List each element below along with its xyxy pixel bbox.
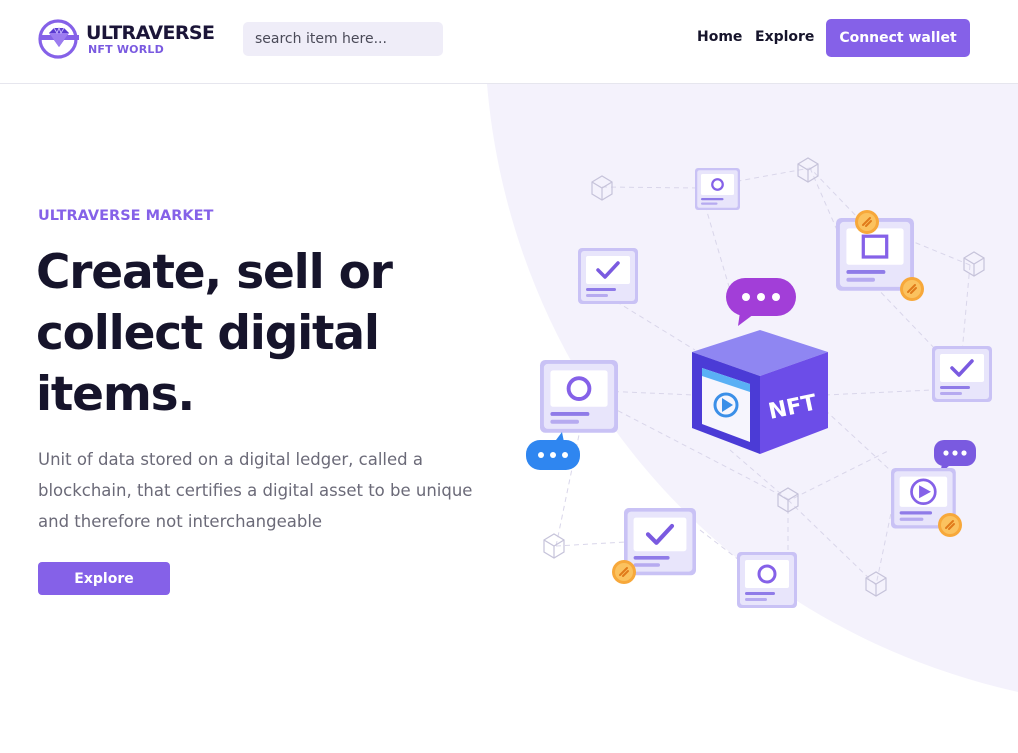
explore-button[interactable]: Explore	[38, 562, 170, 595]
hero-headline: Create, sell or collect digital items.	[36, 245, 393, 422]
connect-wallet-button[interactable]: Connect wallet	[826, 19, 970, 57]
brand-logo[interactable]: ULTRAVERSE NFT WORLD	[38, 19, 215, 59]
wireframe-cube-icon	[777, 487, 799, 513]
diamond-logo-icon	[38, 19, 79, 59]
search-input[interactable]	[243, 22, 443, 56]
circle-card-icon	[540, 360, 618, 433]
nft-cube: NFT	[692, 330, 828, 454]
nav-home-link[interactable]: Home	[697, 29, 742, 45]
circle-card-icon	[737, 552, 797, 608]
nav-explore-link[interactable]: Explore	[755, 29, 814, 45]
wireframe-cube-icon	[591, 175, 613, 201]
coin-link-icon	[611, 559, 637, 585]
nft-network-illustration: NFT	[526, 157, 992, 608]
chat-bubble-icon	[526, 432, 580, 470]
chat-bubble-icon	[726, 278, 796, 326]
hero-description: Unit of data stored on a digital ledger,…	[38, 450, 473, 531]
check-card-icon	[624, 508, 696, 576]
wireframe-cube-icon	[865, 571, 887, 597]
coin-link-icon	[899, 276, 925, 302]
site-header: ULTRAVERSE NFT WORLD Home Explore Connec…	[0, 0, 1018, 84]
coin-link-icon	[854, 209, 880, 235]
logo-title: ULTRAVERSE	[86, 21, 215, 44]
circle-card-icon	[695, 168, 740, 210]
hero-eyebrow: ULTRAVERSE MARKET	[38, 208, 214, 224]
check-card-icon	[932, 346, 992, 402]
logo-subtitle: NFT WORLD	[88, 42, 164, 56]
coin-link-icon	[937, 512, 963, 538]
check-card-icon	[578, 248, 638, 304]
